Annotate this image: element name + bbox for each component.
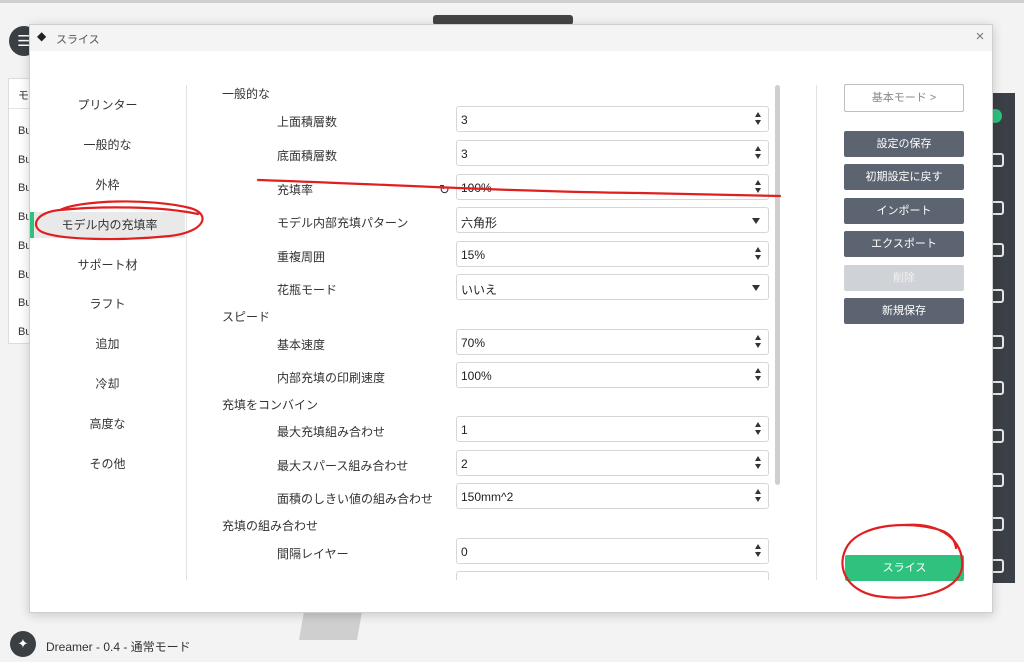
nav-item-other[interactable]: その他 <box>30 451 185 477</box>
nav-divider <box>186 85 187 580</box>
field-label-infill-pattern: モデル内部充填パターン <box>277 216 409 230</box>
field-label-interval-layer: 間隔レイヤー <box>277 547 349 561</box>
settings-scrollbar[interactable] <box>775 85 780 485</box>
partial-field[interactable] <box>456 571 769 580</box>
spinner-icon[interactable] <box>755 180 762 194</box>
nav-item-shell[interactable]: 外枠 <box>30 172 185 198</box>
interval-layer-value[interactable]: 0 <box>461 545 468 559</box>
import-button[interactable]: インポート <box>844 198 964 224</box>
infill-pattern-value[interactable]: 六角形 <box>461 214 497 231</box>
bottom-layers-value[interactable]: 3 <box>461 147 468 161</box>
spinner-icon[interactable] <box>755 368 762 382</box>
base-speed-field[interactable]: 70% <box>456 329 769 355</box>
area-threshold-field[interactable]: 150mm^2 <box>456 483 769 509</box>
nav-item-additional[interactable]: 追加 <box>30 331 185 357</box>
infill-speed-field[interactable]: 100% <box>456 362 769 388</box>
save-settings-button[interactable]: 設定の保存 <box>844 131 964 157</box>
max-combine-field[interactable]: 1 <box>456 416 769 442</box>
spinner-icon[interactable] <box>755 489 762 503</box>
nav-item-general[interactable]: 一般的な <box>30 132 185 158</box>
infill-pattern-select[interactable]: 六角形 <box>456 207 769 233</box>
infill-speed-value[interactable]: 100% <box>461 369 492 383</box>
vase-mode-value[interactable]: いいえ <box>461 281 497 298</box>
interval-layer-field[interactable]: 0 <box>456 538 769 564</box>
spinner-icon[interactable] <box>755 335 762 349</box>
nav-item-advanced[interactable]: 高度な <box>30 411 185 437</box>
spinner-icon[interactable] <box>755 146 762 160</box>
infill-rate-value[interactable]: 100% <box>461 181 492 195</box>
field-label-max-sparse: 最大スパース組み合わせ <box>277 459 409 473</box>
top-layers-value[interactable]: 3 <box>461 113 468 127</box>
field-label-base-speed: 基本速度 <box>277 338 326 352</box>
max-sparse-value[interactable]: 2 <box>461 457 468 471</box>
section-title-general: 一般的な <box>222 87 271 101</box>
nav-item-support[interactable]: サポート材 <box>30 252 185 278</box>
nav-item-infill[interactable]: モデル内の充填率 <box>30 212 185 238</box>
overlap-field[interactable]: 15% <box>456 241 769 267</box>
field-label-bottom-layers: 底面積層数 <box>277 149 338 163</box>
field-label-top-layers: 上面積層数 <box>277 115 338 129</box>
export-button[interactable]: エクスポート <box>844 231 964 257</box>
slicer-logo-icon: ◆ <box>37 29 47 43</box>
base-speed-value[interactable]: 70% <box>461 336 485 350</box>
section-title-combine: 充填をコンバイン <box>222 398 319 412</box>
delete-button[interactable]: 削除 <box>844 265 964 291</box>
infill-rate-field[interactable]: 100% <box>456 174 769 200</box>
field-label-vase-mode: 花瓶モード <box>277 283 338 297</box>
field-label-overlap: 重複周囲 <box>277 250 326 264</box>
chevron-down-icon[interactable] <box>752 285 760 291</box>
spinner-icon[interactable] <box>755 456 762 470</box>
spinner-icon[interactable] <box>755 544 762 558</box>
section-title-speed: スピード <box>222 310 271 324</box>
field-label-infill-speed: 内部充填の印刷速度 <box>277 371 386 385</box>
dialog-title: スライス <box>56 34 100 46</box>
bottom-layers-field[interactable]: 3 <box>456 140 769 166</box>
spinner-icon[interactable] <box>755 247 762 261</box>
slice-dialog: ◆ スライス × プリンター 一般的な 外枠 モデル内の充填率 サポート材 ラフ… <box>29 24 993 613</box>
top-layers-field[interactable]: 3 <box>456 106 769 132</box>
slice-button[interactable]: スライス <box>845 555 964 581</box>
area-threshold-value[interactable]: 150mm^2 <box>461 490 513 504</box>
section-title-infill-combination: 充填の組み合わせ <box>222 519 319 533</box>
max-combine-value[interactable]: 1 <box>461 423 468 437</box>
overlap-value[interactable]: 15% <box>461 248 485 262</box>
reset-icon[interactable]: ↻ <box>439 183 453 197</box>
field-label-area-threshold: 面積のしきい値の組み合わせ <box>277 492 434 506</box>
field-label-infill-rate: 充填率 <box>277 183 314 197</box>
spinner-icon[interactable] <box>755 112 762 126</box>
reset-defaults-button[interactable]: 初期設定に戻す <box>844 164 964 190</box>
nav-item-cooling[interactable]: 冷却 <box>30 371 185 397</box>
vase-mode-select[interactable]: いいえ <box>456 274 769 300</box>
nav-item-printer[interactable]: プリンター <box>30 92 185 118</box>
chevron-down-icon[interactable] <box>752 218 760 224</box>
spinner-icon[interactable] <box>755 422 762 436</box>
close-icon[interactable]: × <box>972 29 988 45</box>
max-sparse-field[interactable]: 2 <box>456 450 769 476</box>
dialog-titlebar: ◆ スライス × <box>30 25 992 51</box>
printer-icon[interactable]: ✦ <box>10 631 36 657</box>
new-save-button[interactable]: 新規保存 <box>844 298 964 324</box>
right-divider <box>816 85 817 580</box>
nav-item-raft[interactable]: ラフト <box>30 291 185 317</box>
printer-status: Dreamer - 0.4 - 通常モード <box>46 640 191 654</box>
field-label-max-combine: 最大充填組み合わせ <box>277 425 386 439</box>
basic-mode-button[interactable]: 基本モード > <box>844 84 964 112</box>
app-top-border <box>0 0 1024 3</box>
